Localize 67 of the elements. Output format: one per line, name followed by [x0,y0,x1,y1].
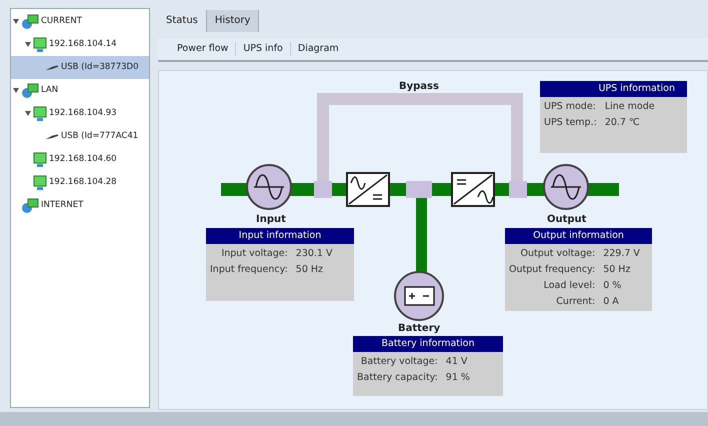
tree-item-label: LAN [41,84,58,97]
tree-item-label: USB (Id=777AC41 [61,130,138,143]
info-value: 50 Hz [603,263,632,277]
tab[interactable]: History [206,10,260,32]
tree-item[interactable]: LAN [11,79,149,102]
info-value: 0 % [603,279,622,293]
tree-item-label: 192.168.104.14 [49,38,117,51]
computer-icon [33,106,47,122]
info-label: Output frequency: [509,263,596,277]
battery-icon [394,271,444,321]
junction-block [509,181,527,198]
network-icon [21,82,39,98]
junction-block [406,181,432,198]
computer-icon [33,36,47,52]
panel-title: UPS information [540,81,687,97]
tree-item[interactable]: 192.168.104.93 [11,102,149,125]
tree-item-label: INTERNET [41,199,84,212]
network-icon [21,198,39,214]
panel-title: Battery information [353,336,503,352]
tree-item[interactable]: INTERNET [11,194,149,217]
network-icon [21,14,39,30]
computer-icon [33,174,47,190]
junction-block [314,181,332,198]
info-label: Current: [555,295,596,309]
tree-item-label: CURRENT [41,15,82,28]
tree-item[interactable]: USB (Id=777AC41 [11,125,149,148]
tree-item[interactable]: CURRENT [11,10,149,33]
info-label: Battery capacity: [357,371,438,385]
rectifier-icon [346,172,390,207]
info-label: UPS temp.: [544,116,597,130]
info-value: 50 Hz [296,263,324,277]
info-label: Output voltage: [519,247,596,261]
ac-input-icon [246,164,292,210]
toolbar-button[interactable]: UPS info [236,42,291,56]
toolbar-button[interactable]: Diagram [290,42,346,56]
tree-item[interactable]: 192.168.104.14 [11,33,149,56]
info-value: Line mode [604,100,656,114]
toolbar-button[interactable]: Power flow [170,42,236,56]
info-label: UPS mode: [544,100,597,114]
panel-title: Input information [206,228,354,244]
tree-item[interactable]: 192.168.104.28 [11,171,149,194]
tree-item-label: 192.168.104.93 [49,107,117,120]
tree-item-label: 192.168.104.28 [49,176,117,189]
info-value: 0 A [603,295,620,309]
ac-output-icon [543,164,589,210]
bypass-label: Bypass [399,80,439,94]
panel-title: Output information [505,228,652,244]
info-value: 20.7 ℃ [604,116,641,130]
input-label: Input [256,213,286,227]
info-value: 41 V [446,355,468,369]
info-value: 91 % [446,371,471,385]
battery-label: Battery [398,322,440,336]
computer-icon [33,152,47,168]
info-value: 229.7 V [603,247,641,261]
usb-plug-icon [45,64,59,71]
info-label: Battery voltage: [360,355,438,369]
output-label: Output [547,213,586,227]
info-label: Input voltage: [220,247,288,261]
info-value: 230.1 V [296,247,334,261]
tree-item[interactable]: 192.168.104.60 [11,148,149,171]
info-label: Input frequency: [210,263,288,277]
tree-item[interactable]: USB (Id=38773D0 [11,56,149,79]
tree-item-label: 192.168.104.60 [49,153,117,166]
inverter-icon [451,172,495,207]
info-label: Load level: [542,279,596,293]
tree-item-label: USB (Id=38773D0 [61,61,138,74]
usb-plug-icon [45,133,59,140]
